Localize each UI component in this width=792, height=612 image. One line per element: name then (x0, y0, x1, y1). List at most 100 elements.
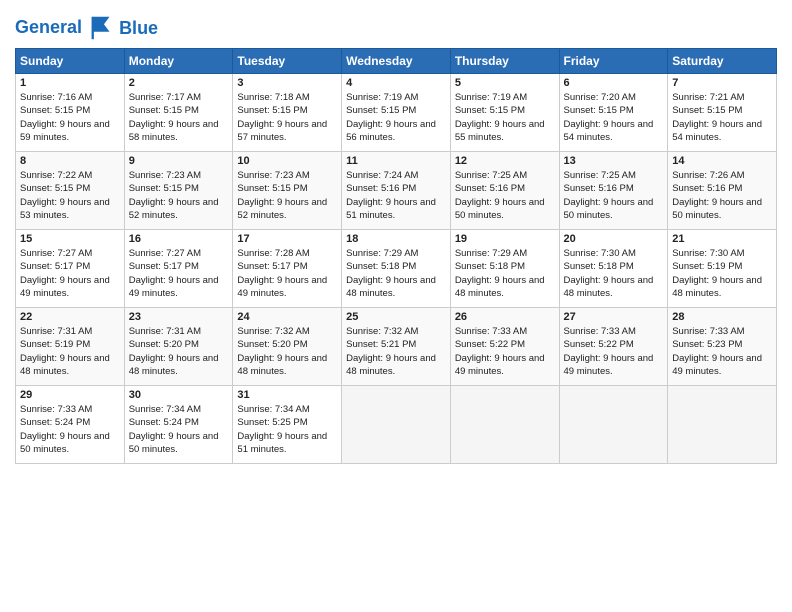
weekday-header-wednesday: Wednesday (342, 49, 451, 74)
day-info: Sunrise: 7:26 AMSunset: 5:16 PMDaylight:… (672, 169, 772, 222)
day-number: 8 (20, 155, 120, 167)
day-number: 28 (672, 311, 772, 323)
day-info: Sunrise: 7:27 AMSunset: 5:17 PMDaylight:… (20, 247, 120, 300)
logo: General Blue (15, 14, 158, 42)
day-info: Sunrise: 7:16 AMSunset: 5:15 PMDaylight:… (20, 91, 120, 144)
day-number: 29 (20, 389, 120, 401)
weekday-header-friday: Friday (559, 49, 668, 74)
day-info: Sunrise: 7:30 AMSunset: 5:18 PMDaylight:… (564, 247, 664, 300)
weekday-header-sunday: Sunday (16, 49, 125, 74)
day-number: 1 (20, 77, 120, 89)
day-info: Sunrise: 7:32 AMSunset: 5:20 PMDaylight:… (237, 325, 337, 378)
week-row-4: 22 Sunrise: 7:31 AMSunset: 5:19 PMDayligh… (16, 308, 777, 386)
day-number: 17 (237, 233, 337, 245)
calendar-cell: 22 Sunrise: 7:31 AMSunset: 5:19 PMDayligh… (16, 308, 125, 386)
day-number: 7 (672, 77, 772, 89)
day-info: Sunrise: 7:21 AMSunset: 5:15 PMDaylight:… (672, 91, 772, 144)
day-number: 19 (455, 233, 555, 245)
weekday-header-saturday: Saturday (668, 49, 777, 74)
calendar-cell: 26Sunrise: 7:33 AMSunset: 5:22 PMDayligh… (450, 308, 559, 386)
calendar-cell: 21Sunrise: 7:30 AMSunset: 5:19 PMDayligh… (668, 230, 777, 308)
day-info: Sunrise: 7:32 AMSunset: 5:21 PMDaylight:… (346, 325, 446, 378)
day-number: 27 (564, 311, 664, 323)
day-number: 6 (564, 77, 664, 89)
day-number: 31 (237, 389, 337, 401)
day-number: 18 (346, 233, 446, 245)
calendar-cell: 20 Sunrise: 7:30 AMSunset: 5:18 PMDayligh… (559, 230, 668, 308)
calendar-cell: 10 Sunrise: 7:23 AMSunset: 5:15 PMDayligh… (233, 152, 342, 230)
day-info: Sunrise: 7:25 AMSunset: 5:16 PMDaylight:… (564, 169, 664, 222)
calendar-cell: 12 Sunrise: 7:25 AMSunset: 5:16 PMDayligh… (450, 152, 559, 230)
day-number: 22 (20, 311, 120, 323)
page-container: General Blue SundayMondayTuesdayWednesda… (0, 0, 792, 474)
day-number: 30 (129, 389, 229, 401)
day-number: 24 (237, 311, 337, 323)
calendar-cell: 13Sunrise: 7:25 AMSunset: 5:16 PMDayligh… (559, 152, 668, 230)
day-info: Sunrise: 7:30 AMSunset: 5:19 PMDaylight:… (672, 247, 772, 300)
day-info: Sunrise: 7:31 AMSunset: 5:20 PMDaylight:… (129, 325, 229, 378)
day-info: Sunrise: 7:33 AMSunset: 5:22 PMDaylight:… (455, 325, 555, 378)
calendar-cell: 15 Sunrise: 7:27 AMSunset: 5:17 PMDayligh… (16, 230, 125, 308)
day-number: 3 (237, 77, 337, 89)
weekday-header-tuesday: Tuesday (233, 49, 342, 74)
day-info: Sunrise: 7:23 AMSunset: 5:15 PMDaylight:… (129, 169, 229, 222)
day-number: 23 (129, 311, 229, 323)
weekday-header-row: SundayMondayTuesdayWednesdayThursdayFrid… (16, 49, 777, 74)
calendar-cell: 7 Sunrise: 7:21 AMSunset: 5:15 PMDaylight… (668, 74, 777, 152)
calendar-cell (668, 386, 777, 464)
calendar-cell (559, 386, 668, 464)
day-info: Sunrise: 7:24 AMSunset: 5:16 PMDaylight:… (346, 169, 446, 222)
day-info: Sunrise: 7:19 AMSunset: 5:15 PMDaylight:… (455, 91, 555, 144)
day-number: 25 (346, 311, 446, 323)
day-info: Sunrise: 7:33 AMSunset: 5:22 PMDaylight:… (564, 325, 664, 378)
week-row-2: 8 Sunrise: 7:22 AMSunset: 5:15 PMDaylight… (16, 152, 777, 230)
day-info: Sunrise: 7:17 AMSunset: 5:15 PMDaylight:… (129, 91, 229, 144)
day-number: 12 (455, 155, 555, 167)
day-number: 14 (672, 155, 772, 167)
day-number: 10 (237, 155, 337, 167)
logo-blue: Blue (119, 18, 158, 39)
calendar-cell: 9Sunrise: 7:23 AMSunset: 5:15 PMDaylight… (124, 152, 233, 230)
calendar-cell: 17Sunrise: 7:28 AMSunset: 5:17 PMDayligh… (233, 230, 342, 308)
calendar-cell (342, 386, 451, 464)
calendar-cell: 29Sunrise: 7:33 AMSunset: 5:24 PMDayligh… (16, 386, 125, 464)
day-info: Sunrise: 7:34 AMSunset: 5:25 PMDaylight:… (237, 403, 337, 456)
calendar-cell: 19 Sunrise: 7:29 AMSunset: 5:18 PMDayligh… (450, 230, 559, 308)
day-info: Sunrise: 7:19 AMSunset: 5:15 PMDaylight:… (346, 91, 446, 144)
calendar-cell: 25 Sunrise: 7:32 AMSunset: 5:21 PMDayligh… (342, 308, 451, 386)
day-info: Sunrise: 7:25 AMSunset: 5:16 PMDaylight:… (455, 169, 555, 222)
day-number: 15 (20, 233, 120, 245)
calendar-cell: 24 Sunrise: 7:32 AMSunset: 5:20 PMDayligh… (233, 308, 342, 386)
week-row-5: 29Sunrise: 7:33 AMSunset: 5:24 PMDayligh… (16, 386, 777, 464)
day-info: Sunrise: 7:27 AMSunset: 5:17 PMDaylight:… (129, 247, 229, 300)
calendar-cell: 14 Sunrise: 7:26 AMSunset: 5:16 PMDayligh… (668, 152, 777, 230)
calendar-cell: 5 Sunrise: 7:19 AMSunset: 5:15 PMDaylight… (450, 74, 559, 152)
calendar-cell: 18 Sunrise: 7:29 AMSunset: 5:18 PMDayligh… (342, 230, 451, 308)
day-number: 4 (346, 77, 446, 89)
day-info: Sunrise: 7:29 AMSunset: 5:18 PMDaylight:… (346, 247, 446, 300)
weekday-header-thursday: Thursday (450, 49, 559, 74)
week-row-1: 1 Sunrise: 7:16 AMSunset: 5:15 PMDaylight… (16, 74, 777, 152)
calendar-cell: 1 Sunrise: 7:16 AMSunset: 5:15 PMDaylight… (16, 74, 125, 152)
day-info: Sunrise: 7:22 AMSunset: 5:15 PMDaylight:… (20, 169, 120, 222)
day-number: 16 (129, 233, 229, 245)
calendar-cell (450, 386, 559, 464)
calendar-cell: 30 Sunrise: 7:34 AMSunset: 5:24 PMDayligh… (124, 386, 233, 464)
day-number: 11 (346, 155, 446, 167)
day-number: 2 (129, 77, 229, 89)
logo-general: General (15, 17, 82, 37)
calendar-cell: 16 Sunrise: 7:27 AMSunset: 5:17 PMDayligh… (124, 230, 233, 308)
day-info: Sunrise: 7:34 AMSunset: 5:24 PMDaylight:… (129, 403, 229, 456)
calendar-cell: 2 Sunrise: 7:17 AMSunset: 5:15 PMDaylight… (124, 74, 233, 152)
calendar-cell: 11 Sunrise: 7:24 AMSunset: 5:16 PMDayligh… (342, 152, 451, 230)
day-info: Sunrise: 7:29 AMSunset: 5:18 PMDaylight:… (455, 247, 555, 300)
day-number: 20 (564, 233, 664, 245)
calendar-cell: 6Sunrise: 7:20 AMSunset: 5:15 PMDaylight… (559, 74, 668, 152)
day-info: Sunrise: 7:23 AMSunset: 5:15 PMDaylight:… (237, 169, 337, 222)
day-info: Sunrise: 7:31 AMSunset: 5:19 PMDaylight:… (20, 325, 120, 378)
day-number: 5 (455, 77, 555, 89)
calendar-cell: 23 Sunrise: 7:31 AMSunset: 5:20 PMDayligh… (124, 308, 233, 386)
header: General Blue (15, 10, 777, 42)
calendar-cell: 4 Sunrise: 7:19 AMSunset: 5:15 PMDaylight… (342, 74, 451, 152)
calendar-cell: 8 Sunrise: 7:22 AMSunset: 5:15 PMDaylight… (16, 152, 125, 230)
